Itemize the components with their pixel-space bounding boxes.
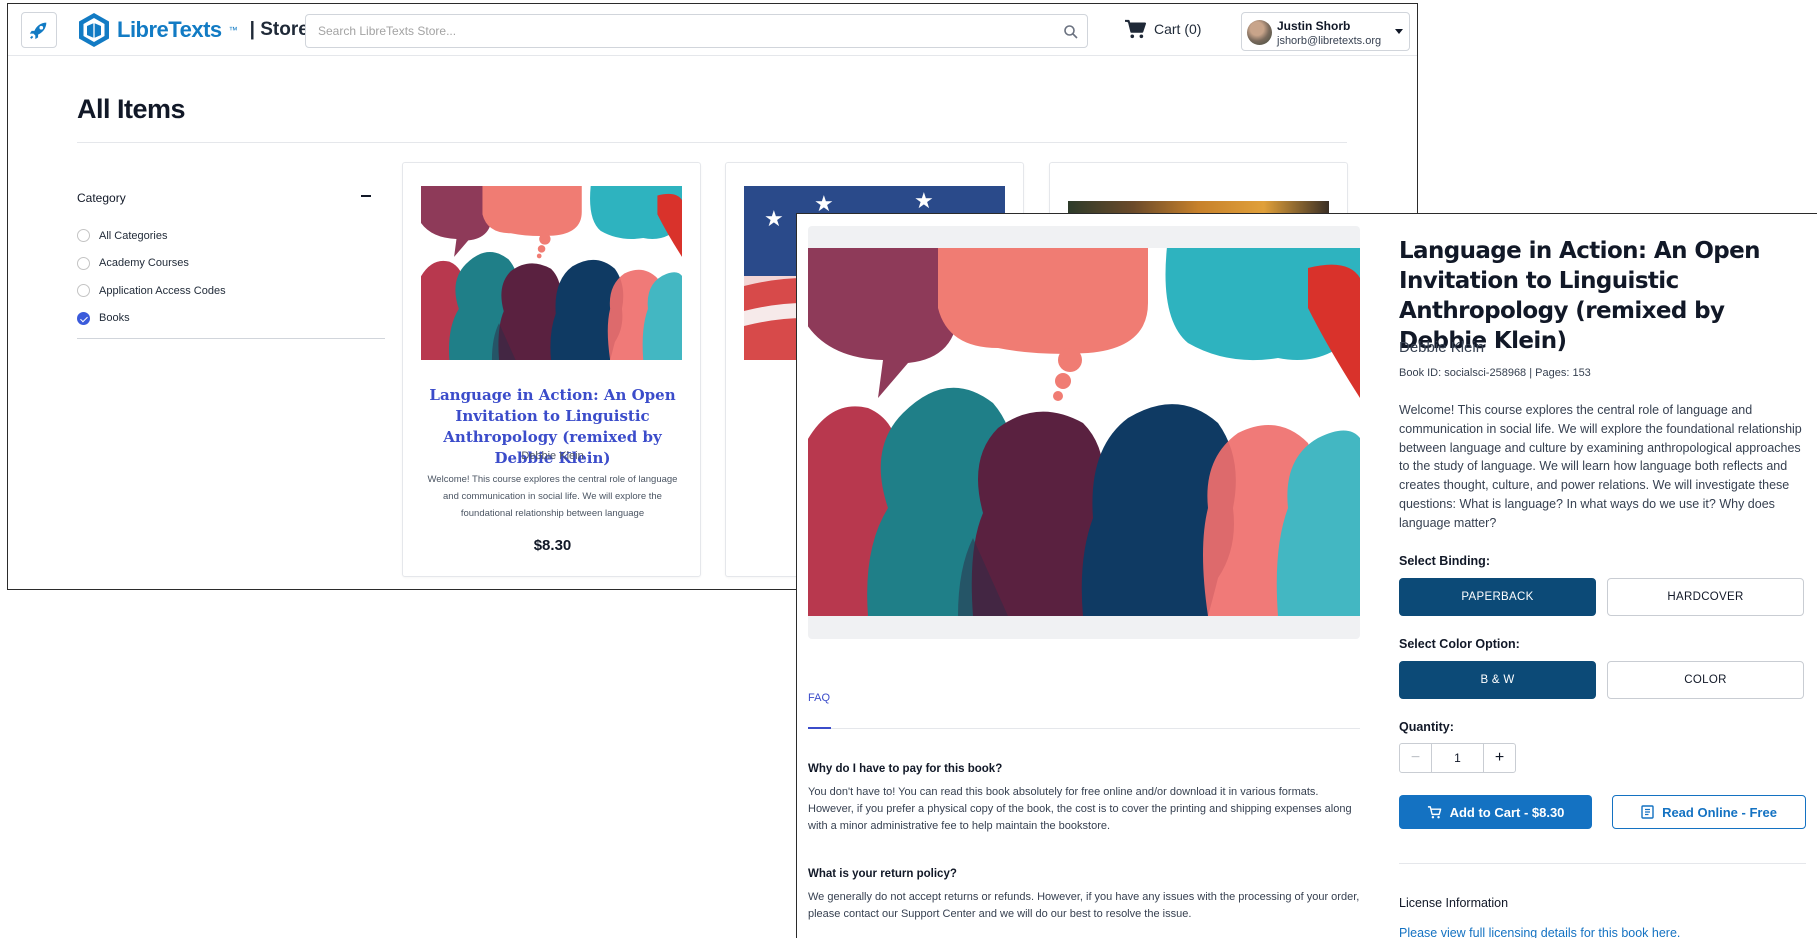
trademark: ™: [228, 25, 238, 35]
radio-button-checked[interactable]: [77, 311, 90, 325]
filter-option-label: Academy Courses: [99, 257, 189, 270]
filter-category-title: Category: [77, 191, 126, 205]
cart-button[interactable]: Cart (0): [1124, 19, 1201, 39]
cart-icon: [1427, 805, 1441, 818]
radio-button[interactable]: [77, 256, 90, 270]
tab-faq[interactable]: FAQ: [808, 692, 830, 704]
libretexts-logo[interactable]: LibreTexts ™ | Store: [77, 12, 309, 48]
radio-button[interactable]: [77, 229, 90, 243]
add-to-cart-label: Add to Cart - $8.30: [1449, 804, 1565, 820]
collapse-icon[interactable]: [361, 195, 371, 197]
product-description: Welcome! This course explores the centra…: [1399, 403, 1802, 530]
product-detail-window: FAQ Why do I have to pay for this book? …: [796, 213, 1817, 938]
filter-option-academy-courses[interactable]: Academy Courses: [77, 250, 226, 278]
divider: [1399, 863, 1806, 864]
filter-option-label: Application Access Codes: [99, 284, 226, 297]
rocket-icon: [29, 22, 47, 40]
quantity-stepper: − 1 +: [1399, 743, 1516, 773]
read-online-label: Read Online - Free: [1662, 804, 1777, 820]
faq-question: Why do I have to pay for this book?: [808, 763, 1003, 775]
user-name: Justin Shorb: [1277, 19, 1351, 33]
book-cover-image: [808, 248, 1360, 616]
faq-question: What is your return policy?: [808, 868, 957, 880]
store-label: | Store: [249, 19, 309, 40]
category-filter-list: All Categories Academy Courses Applicati…: [77, 222, 226, 332]
faq-answer: We generally do not accept returns or re…: [808, 891, 1360, 920]
product-card[interactable]: Language in Action: An Open Invitation t…: [402, 162, 701, 577]
binding-label: Select Binding:: [1399, 554, 1490, 568]
avatar: [1247, 20, 1272, 45]
filter-option-label: All Categories: [99, 229, 168, 242]
product-author: Debbie Klein: [1399, 339, 1485, 356]
user-menu[interactable]: Justin Shorb jshorb@libretexts.org: [1241, 12, 1410, 51]
bw-option[interactable]: B & W: [1399, 661, 1596, 699]
filter-option-access-codes[interactable]: Application Access Codes: [77, 277, 226, 305]
quantity-label: Quantity:: [1399, 720, 1454, 734]
brand-name: LibreTexts: [117, 17, 222, 42]
quantity-input[interactable]: 1: [1432, 743, 1483, 773]
active-tab-indicator: [808, 727, 831, 729]
cart-icon: [1125, 19, 1146, 39]
search-bar: [305, 14, 1088, 48]
hardcover-option[interactable]: HARDCOVER: [1607, 578, 1804, 616]
read-online-button[interactable]: Read Online - Free: [1612, 795, 1806, 829]
product-card-author: Debbie Klein: [521, 450, 584, 462]
license-heading: License Information: [1399, 896, 1509, 910]
increment-button[interactable]: +: [1483, 743, 1516, 773]
filter-option-books[interactable]: Books: [77, 305, 226, 333]
radio-button[interactable]: [77, 284, 90, 298]
libretexts-logo-icon: [79, 13, 109, 47]
faq-answer: You don't have to! You can read this boo…: [808, 786, 1352, 832]
filter-option-all-categories[interactable]: All Categories: [77, 222, 226, 250]
divider: [808, 728, 1360, 729]
search-input[interactable]: [306, 15, 1046, 47]
divider: [77, 338, 385, 339]
page-title: All Items: [77, 94, 186, 124]
product-title: Language in Action: An Open Invitation t…: [1399, 238, 1761, 354]
product-card-description: Welcome! This course explores the centra…: [427, 474, 678, 519]
chevron-down-icon: [1395, 29, 1403, 34]
product-meta: Book ID: socialsci-258968 | Pages: 153: [1399, 367, 1591, 379]
divider: [77, 142, 1347, 143]
decrement-button[interactable]: −: [1399, 743, 1432, 773]
top-navbar: LibreTexts ™ | Store Cart (0) Justin Shor…: [8, 4, 1417, 56]
product-image-panel: [808, 226, 1360, 639]
product-card-price: $8.30: [533, 537, 572, 554]
user-email: jshorb@libretexts.org: [1277, 35, 1382, 47]
book-icon: [1641, 805, 1654, 819]
license-details-link[interactable]: Please view full licensing details for t…: [1399, 926, 1680, 938]
rocket-menu-button[interactable]: [21, 12, 57, 48]
book-cover-image: [421, 186, 682, 360]
color-option-label: Select Color Option:: [1399, 637, 1520, 651]
filter-option-label: Books: [99, 312, 130, 325]
color-option[interactable]: COLOR: [1607, 661, 1804, 699]
paperback-option[interactable]: PAPERBACK: [1399, 578, 1596, 616]
add-to-cart-button[interactable]: Add to Cart - $8.30: [1399, 795, 1592, 829]
search-icon[interactable]: [1063, 24, 1079, 40]
cart-label: Cart (0): [1154, 21, 1202, 37]
